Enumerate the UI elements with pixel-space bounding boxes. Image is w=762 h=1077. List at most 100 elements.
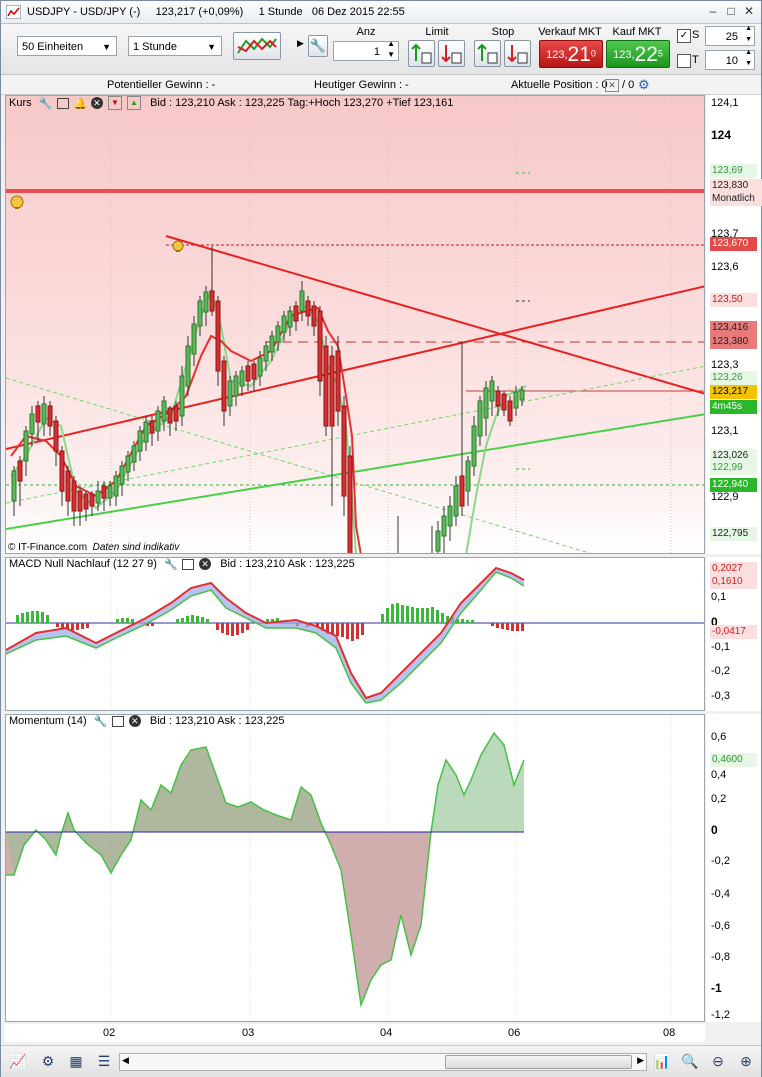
maximize-button[interactable]: □ [723,4,739,19]
macd-chart[interactable] [6,558,705,711]
window-icon[interactable] [56,97,69,109]
axis-label: -0,3 [711,690,730,702]
time-label: 03 [242,1027,255,1039]
stop-label: Stop [491,26,515,38]
price-tag: 123,380 [710,335,757,349]
scroll-left-icon[interactable]: ◀ [122,1055,129,1066]
window-icon[interactable] [182,558,195,570]
stop-sell-icon [507,45,528,64]
axis-label: 124,1 [711,97,739,109]
axis-label: 0,2 [711,793,727,805]
buy-market-button[interactable]: 123,225 [606,40,670,68]
axis-label: -1,2 [711,1009,730,1021]
chart-icon[interactable]: 📈 [9,1052,27,1070]
wrench-icon[interactable]: 🔧 [94,715,108,728]
target-checkbox[interactable] [677,54,691,68]
wrench-icon[interactable]: 🔧 [308,35,328,57]
timeframe-select[interactable]: 1 Stunde ▼ [128,36,222,56]
time-label: 06 [508,1027,521,1039]
quantity-stepper[interactable]: 1 ▲ ▼ [333,38,399,61]
chart-indicator-icon [237,37,277,54]
axis-label: 123,3 [711,359,739,371]
momentum-panel-header: Momentum (14) 🔧 ✕ Bid : 123,210 Ask : 12… [6,715,704,733]
close-icon[interactable]: ✕ [90,97,103,109]
search-icon[interactable]: 🔍 [681,1052,699,1070]
chart-app-icon [6,5,21,19]
axis-label: 123,6 [711,261,739,273]
indicator-button[interactable] [233,32,281,60]
units-select[interactable]: 50 Einheiten ▼ [17,36,117,56]
up-arrow-icon[interactable]: ▲ [127,96,141,110]
stepper-arrows-icon[interactable]: ▲ ▼ [745,47,752,69]
limit-buy-button[interactable] [408,40,435,67]
stepper-arrows-icon[interactable]: ▲ ▼ [387,38,395,60]
window-icon[interactable] [111,715,124,727]
price-axis: 124,1 124 123,7 123,6 123,3 123,1 122,9 … [706,95,762,554]
axis-label: 0,6 [711,731,727,743]
axis-label: 0 [711,823,718,837]
time-label: 04 [380,1027,393,1039]
settings-icon[interactable]: ⚙ [39,1052,57,1070]
price-chart-panel: Kurs 🔧 🔔 ✕ ▼ ▲ Bid : 123,210 Ask : 123,2… [5,95,705,554]
t-label: T [692,54,699,66]
zoom-out-icon[interactable]: ⊖ [709,1052,727,1070]
close-icon[interactable]: ✕ [128,715,141,728]
alarm-icon[interactable]: 🔔 [74,97,88,110]
limit-label: Limit [425,26,449,38]
axis-label: 0,1 [711,591,727,603]
gear-icon[interactable]: ⚙ [638,77,650,93]
bar-chart-icon[interactable]: 📊 [653,1052,671,1070]
stop-checkbox[interactable]: ✓ [677,29,691,43]
momentum-axis: 0,6 0,4600 0,4 0,2 0 -0,2 -0,4 -0,6 -0,8… [706,714,761,1022]
bottom-toolbar: 📈 ⚙ ▦ ☰ ◀ ▶ 📊 🔍 ⊖ ⊕ [1,1045,761,1077]
data-footer: © IT-Finance.com Daten sind indikativ [8,542,179,553]
window-title: USDJPY - USD/JPY (-) 123,217 (+0,09%) 1 … [27,6,405,18]
sell-price-sup: 0 [590,48,596,59]
price-tag: 123,26 [710,371,757,385]
limit-buy-icon [411,43,432,64]
price-tag: 123,69 [710,164,757,178]
stepper-arrows-icon[interactable]: ▲ ▼ [745,23,752,45]
price-tag: 123,416 [710,321,757,335]
macd-panel-header: MACD Null Nachlauf (12 27 9) 🔧 ✕ Bid : 1… [6,558,704,576]
scroll-right-icon[interactable]: ▶ [637,1055,644,1066]
price-tag: 122,795 [710,527,757,541]
price-chart[interactable] [6,96,705,554]
scroll-thumb[interactable] [445,1055,632,1069]
wrench-icon[interactable]: 🔧 [164,558,178,571]
minimize-button[interactable]: – [705,4,721,19]
platform-window: USDJPY - USD/JPY (-) 123,217 (+0,09%) 1 … [0,0,762,1077]
calculator-icon[interactable]: ▦ [67,1052,85,1070]
stop-sell-button[interactable] [504,40,531,67]
s-label: S [692,29,700,41]
close-position-icon[interactable]: ✕ [605,79,619,92]
time-label: 02 [103,1027,116,1039]
buy-price-big: 22 [634,43,658,66]
t-input[interactable]: 10 ▲ ▼ [705,47,755,70]
zoom-in-icon[interactable]: ⊕ [737,1052,755,1070]
macd-axis: 0,2027 0,1610 0,1 0 -0,0417 -0,1 -0,2 -0… [706,557,761,711]
horizontal-scrollbar[interactable]: ◀ ▶ [119,1053,647,1071]
momentum-chart[interactable] [6,715,705,1022]
potential-profit: Potentieller Gewinn : - [107,79,216,91]
axis-label: -0,6 [711,920,730,932]
price-tag: 122,940 [710,478,757,492]
current-position: Aktuelle Position : 0 [511,79,608,91]
down-arrow-icon[interactable]: ▼ [107,96,122,110]
axis-label: 124 [711,128,732,142]
s-input[interactable]: 25 ▲ ▼ [705,23,755,46]
sell-market-button[interactable]: 123,210 [539,40,603,68]
limit-sell-button[interactable] [438,40,465,67]
expand-arrow-icon[interactable]: ▶ [297,38,304,49]
stop-buy-button[interactable] [474,40,501,67]
close-icon[interactable]: ✕ [199,558,212,571]
buy-price-sup: 5 [657,48,663,59]
sell-price-small: 123, [546,49,568,61]
price-tag-label: Monatlich [710,192,762,206]
wrench-icon[interactable]: 🔧 [39,97,53,110]
bar-countdown: 4m45s [710,400,757,414]
layers-icon[interactable]: ☰ [95,1052,113,1070]
close-button[interactable]: ✕ [741,4,757,19]
time-label: 08 [663,1027,676,1039]
t-value: 10 [725,55,738,67]
